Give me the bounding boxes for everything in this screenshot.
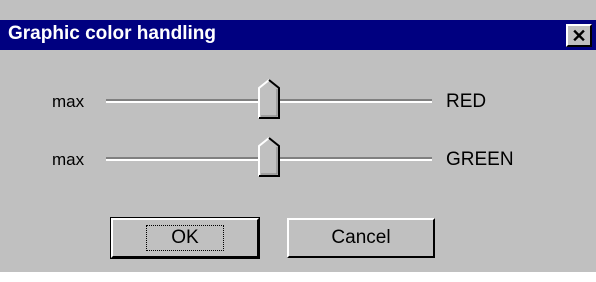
red-slider-max-label: max bbox=[52, 92, 85, 111]
red-slider-name: RED bbox=[446, 91, 487, 112]
cancel-button-label: Cancel bbox=[331, 227, 391, 248]
ok-button-label: OK bbox=[146, 225, 224, 251]
close-icon: ✕ bbox=[571, 25, 587, 46]
close-button[interactable]: ✕ bbox=[566, 24, 592, 47]
color-handling-dialog: Graphic color handling ✕ max RED max GRE… bbox=[0, 0, 596, 282]
window-title: Graphic color handling bbox=[8, 23, 216, 44]
ok-button[interactable]: OK bbox=[110, 217, 260, 259]
green-slider-name: GREEN bbox=[446, 149, 514, 170]
red-slider-thumb[interactable] bbox=[258, 79, 280, 119]
cancel-button[interactable]: Cancel bbox=[287, 218, 435, 258]
green-slider-max-label: max bbox=[52, 150, 85, 169]
green-slider-thumb[interactable] bbox=[258, 137, 280, 177]
bottom-edge bbox=[0, 272, 596, 282]
title-bar: Graphic color handling ✕ bbox=[0, 20, 596, 50]
